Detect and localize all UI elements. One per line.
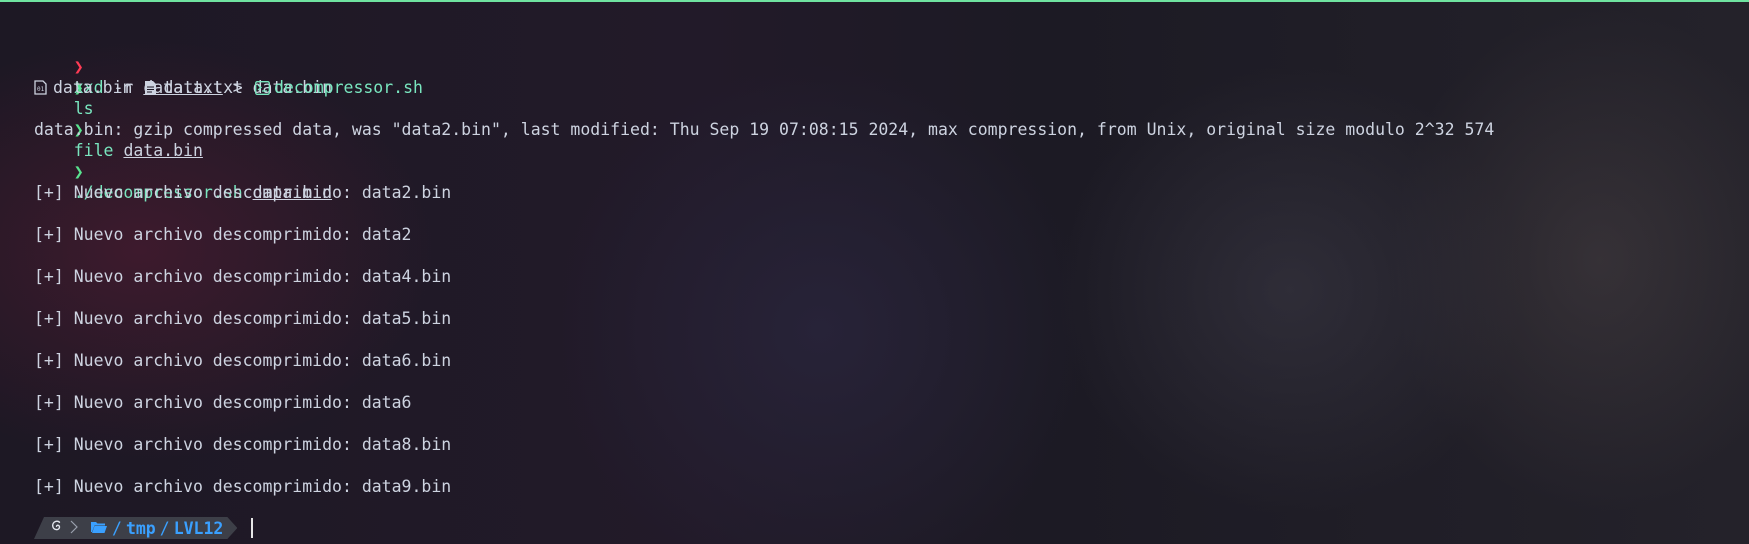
prompt-symbol: ❯ (73, 57, 84, 76)
debian-icon (50, 519, 64, 538)
chevron-right-icon (70, 519, 78, 538)
command-line: ❯ ./decompressor.sh data.bin (34, 140, 1739, 202)
path-segment: / tmp / LVL12 (86, 517, 237, 539)
output-line: [+] Nuevo archivo descomprimido: data6.b… (34, 351, 452, 370)
prompt-symbol: ❯ (73, 162, 84, 181)
output-line: [+] Nuevo archivo descomprimido: data2 (34, 225, 412, 244)
folder-open-icon (90, 519, 108, 538)
file-output: data.bin: gzip compressed data, was "dat… (34, 119, 1739, 140)
file-name: data.txt (163, 78, 243, 97)
path-separator: / (112, 518, 122, 538)
file-argument: data.bin (123, 141, 203, 160)
binary-file-icon: 01 (34, 79, 48, 100)
output-line: [+] Nuevo archivo descomprimido: data4.b… (34, 267, 452, 286)
ls-output: 01 data.bin data.txt decompressor.sh (34, 77, 1739, 98)
text-file-icon (144, 79, 158, 100)
terminal-output[interactable]: ❯ xxd -r data.txt > data.bin ❯ ls 01 data… (34, 35, 1739, 497)
command-name: file (73, 141, 114, 160)
command-name: ls (73, 99, 94, 118)
file-name: data.bin (53, 78, 133, 97)
file-name: decompressor.sh (273, 78, 423, 97)
command-line: ❯ xxd -r data.txt > data.bin (34, 35, 1739, 97)
svg-text:01: 01 (37, 86, 45, 93)
os-segment (34, 517, 86, 539)
output-line: [+] Nuevo archivo descomprimido: data2.b… (34, 183, 452, 202)
window-top-border (0, 0, 1749, 2)
script-file-icon (255, 79, 270, 100)
current-directory: LVL12 (173, 518, 224, 538)
output-line: [+] Nuevo archivo descomprimido: data9.b… (34, 477, 452, 496)
output-line: [+] Nuevo archivo descomprimido: data6 (34, 393, 412, 412)
file-output-text: data.bin: gzip compressed data, was "dat… (34, 120, 1495, 139)
path-part: tmp (125, 518, 156, 538)
text-cursor[interactable] (251, 518, 254, 538)
output-line: [+] Nuevo archivo descomprimido: data8.b… (34, 435, 452, 454)
command-line: ❯ ls (34, 56, 1739, 118)
command-line: ❯ file data.bin (34, 98, 1739, 160)
output-line: [+] Nuevo archivo descomprimido: data5.b… (34, 309, 452, 328)
path-separator: / (159, 518, 170, 538)
prompt-statusline: / tmp / LVL12 (34, 517, 254, 539)
